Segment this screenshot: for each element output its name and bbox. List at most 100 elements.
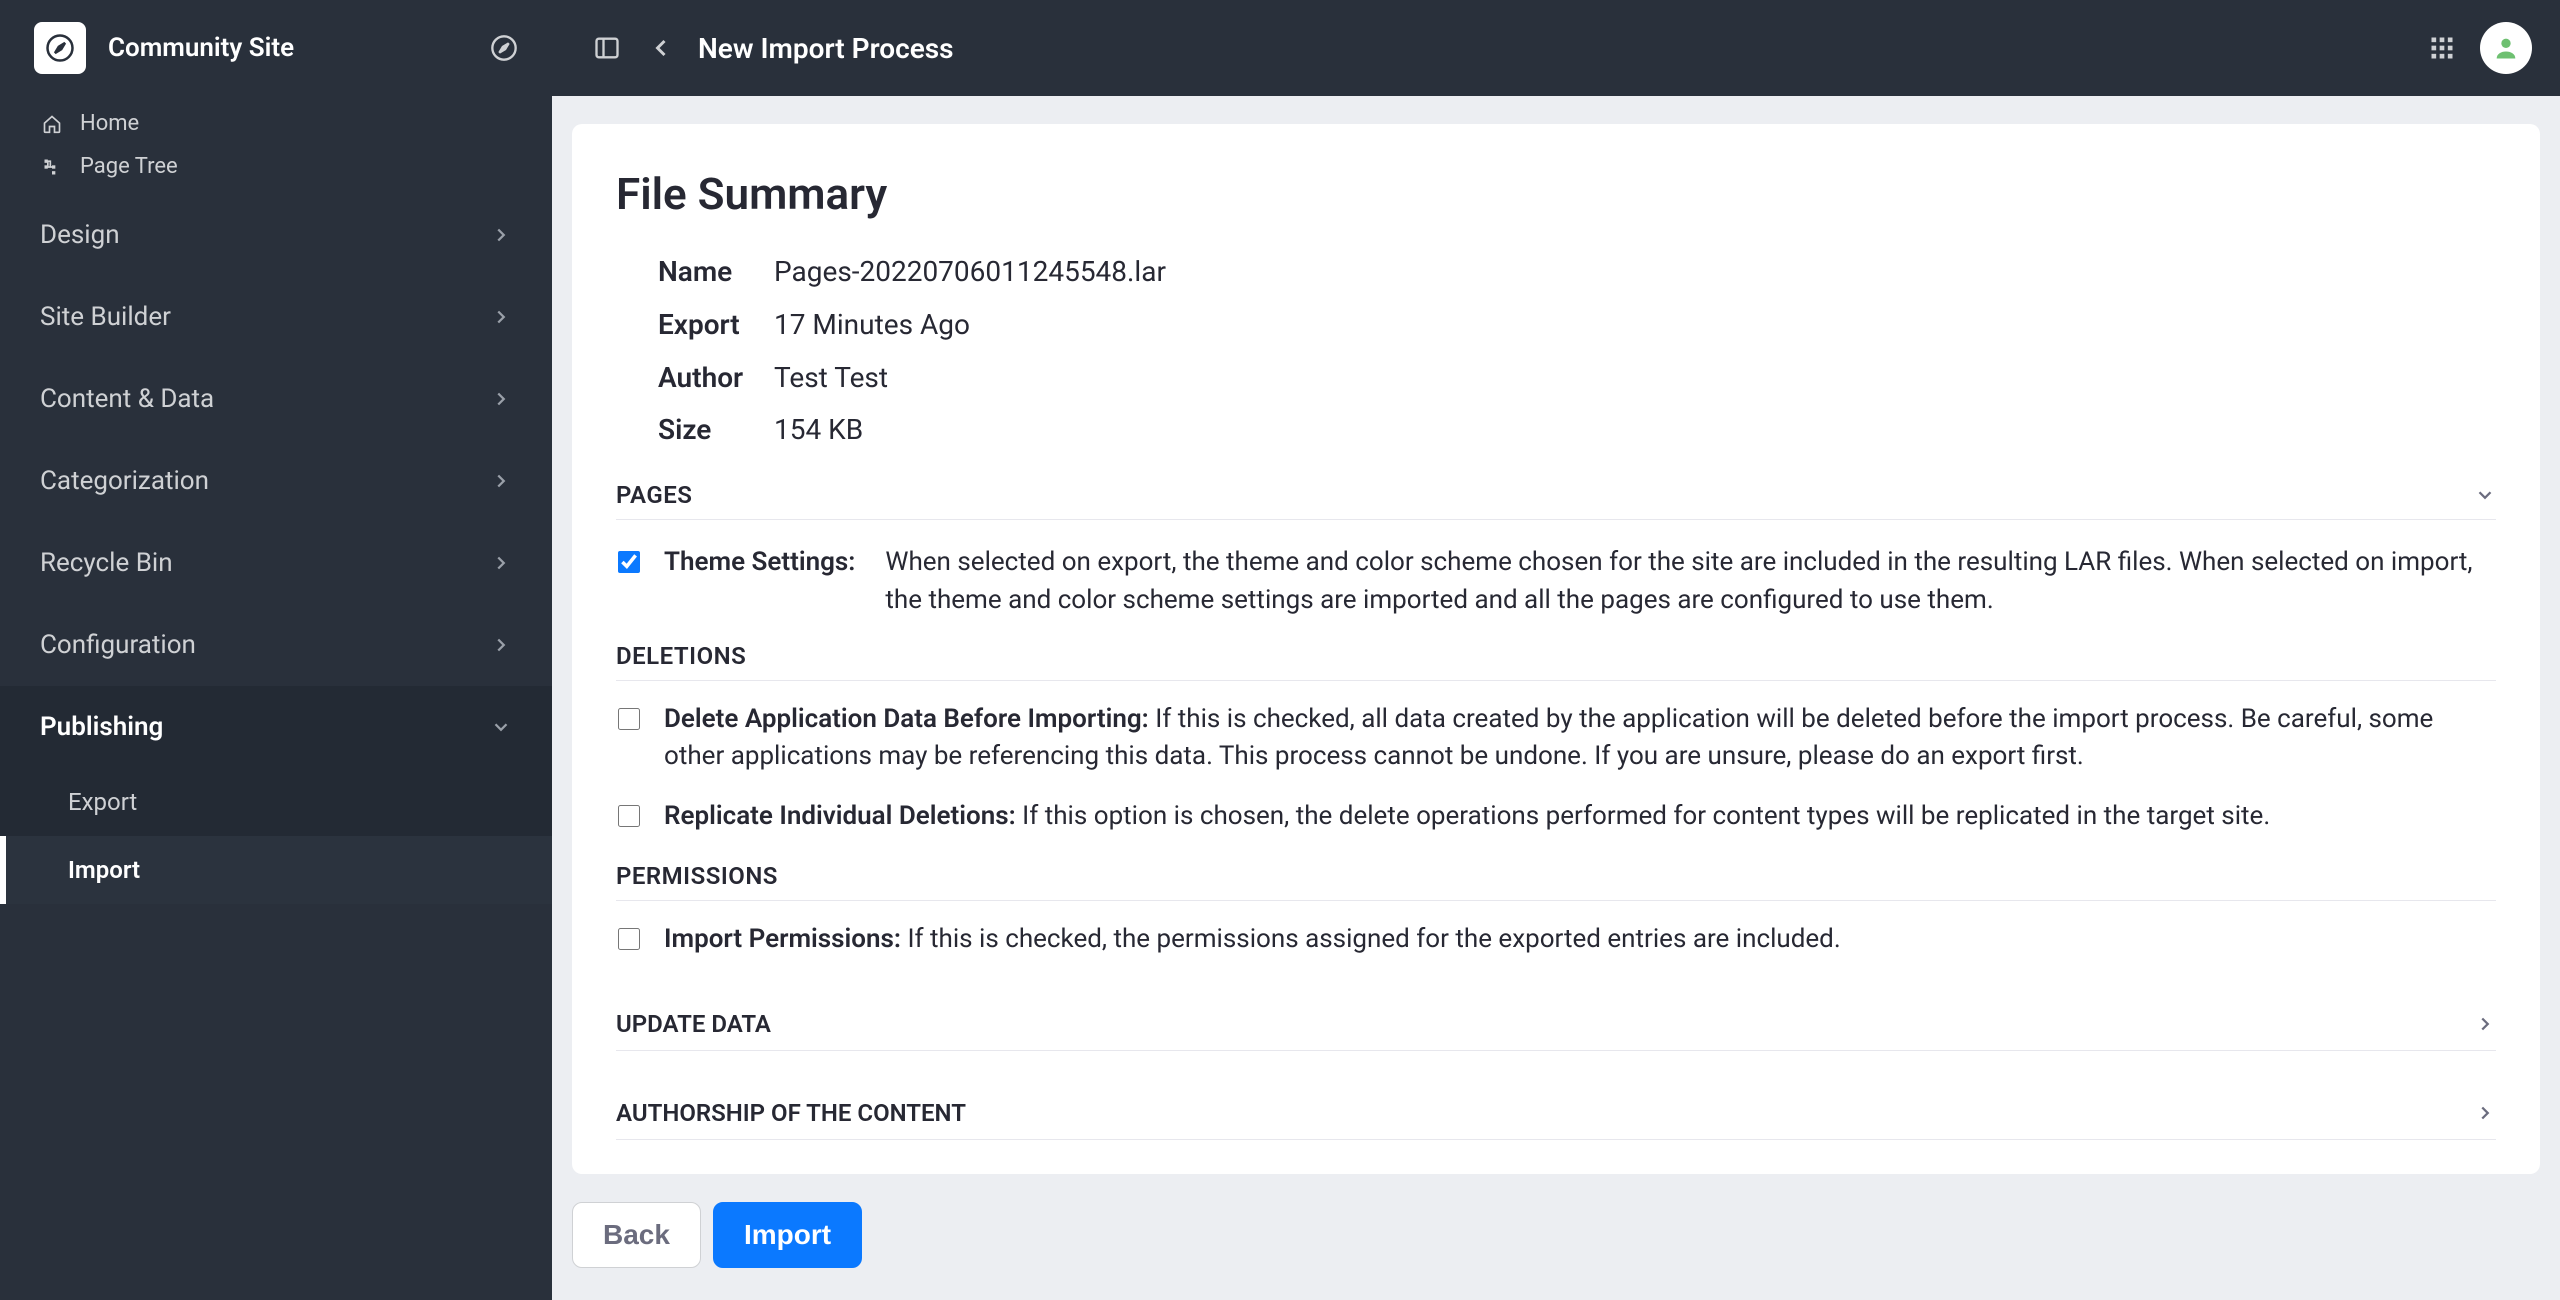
sidebar: Community Site Home Page Tree Design Sit… bbox=[0, 0, 552, 1300]
sidebar-section-label: Configuration bbox=[40, 630, 196, 660]
import-action-button[interactable]: Import bbox=[713, 1202, 862, 1268]
sidebar-section-configuration[interactable]: Configuration bbox=[0, 604, 552, 686]
sidebar-section-categorization[interactable]: Categorization bbox=[0, 440, 552, 522]
sidebar-section-label: Recycle Bin bbox=[40, 548, 173, 578]
sidebar-subitem-import[interactable]: Import bbox=[0, 836, 552, 904]
option-replicate-deletions: Replicate Individual Deletions:If this o… bbox=[616, 794, 2496, 854]
sidebar-section-label: Site Builder bbox=[40, 302, 171, 332]
section-header-label: AUTHORSHIP OF THE CONTENT bbox=[616, 1099, 966, 1127]
chevron-right-icon bbox=[490, 388, 512, 410]
meta-value: 154 KB bbox=[774, 408, 863, 453]
chevron-right-icon bbox=[490, 470, 512, 492]
meta-value: Pages-20220706011245548.lar bbox=[774, 250, 1166, 295]
file-meta: Name Pages-20220706011245548.lar Export … bbox=[658, 246, 2496, 457]
user-icon bbox=[2492, 34, 2520, 62]
user-avatar[interactable] bbox=[2480, 22, 2532, 74]
section-update-data[interactable]: UPDATE DATA bbox=[616, 984, 2496, 1051]
sidebar-link-label: Page Tree bbox=[80, 154, 178, 179]
section-header-label: DELETIONS bbox=[616, 642, 746, 670]
option-label: Import Permissions: bbox=[664, 924, 907, 954]
chevron-right-icon bbox=[2474, 1013, 2496, 1035]
option-label: Delete Application Data Before Importing… bbox=[664, 704, 1155, 734]
option-import-permissions: Import Permissions:If this is checked, t… bbox=[616, 901, 2496, 977]
section-header-deletions: DELETIONS bbox=[616, 642, 2496, 681]
sidebar-section-recycle-bin[interactable]: Recycle Bin bbox=[0, 522, 552, 604]
sidebar-subitems-publishing: Export Import bbox=[0, 768, 552, 904]
sidebar-header: Community Site bbox=[0, 0, 552, 96]
chevron-right-icon bbox=[2474, 1102, 2496, 1124]
back-button[interactable] bbox=[634, 21, 688, 75]
import-permissions-checkbox[interactable] bbox=[618, 928, 640, 950]
sidebar-section-design[interactable]: Design bbox=[0, 194, 552, 276]
section-header-pages[interactable]: PAGES bbox=[616, 481, 2496, 520]
sidebar-top-links: Home Page Tree bbox=[0, 96, 552, 194]
chevron-right-icon bbox=[490, 224, 512, 246]
option-label: Replicate Individual Deletions: bbox=[664, 801, 1022, 831]
meta-label: Author bbox=[658, 356, 774, 401]
meta-size: Size 154 KB bbox=[658, 404, 2496, 457]
site-name[interactable]: Community Site bbox=[108, 33, 490, 63]
meta-label: Size bbox=[658, 408, 774, 453]
sidebar-subitem-label: Export bbox=[68, 788, 137, 816]
meta-value: Test Test bbox=[774, 356, 888, 401]
page-title: New Import Process bbox=[698, 32, 954, 65]
action-buttons: Back Import bbox=[572, 1202, 2540, 1268]
site-logo[interactable] bbox=[34, 22, 86, 74]
panel-left-icon bbox=[593, 34, 621, 62]
sidebar-section-publishing[interactable]: Publishing bbox=[0, 686, 552, 768]
meta-value: 17 Minutes Ago bbox=[774, 303, 970, 348]
main-column: New Import Process File Summary Name Pag… bbox=[552, 0, 2560, 1300]
apps-menu-button[interactable] bbox=[2428, 34, 2456, 62]
option-theme-settings: Theme Settings: When selected on export,… bbox=[616, 520, 2496, 633]
sidebar-section-label: Content & Data bbox=[40, 384, 214, 414]
sidebar-subitem-label: Import bbox=[68, 856, 140, 884]
chevron-right-icon bbox=[490, 552, 512, 574]
sidebar-section-site-builder[interactable]: Site Builder bbox=[0, 276, 552, 358]
sidebar-link-home[interactable]: Home bbox=[0, 102, 552, 145]
sidebar-sections: Design Site Builder Content & Data Categ… bbox=[0, 194, 552, 904]
option-description: When selected on export, the theme and c… bbox=[885, 544, 2496, 619]
meta-label: Export bbox=[658, 303, 774, 348]
sidebar-subitem-export[interactable]: Export bbox=[0, 768, 552, 836]
delete-before-import-checkbox[interactable] bbox=[618, 708, 640, 730]
section-pages: PAGES Theme Settings: When selected on e… bbox=[616, 481, 2496, 633]
option-label: Theme Settings: bbox=[664, 544, 855, 619]
chevron-right-icon bbox=[490, 634, 512, 656]
section-permissions: PERMISSIONS Import Permissions:If this i… bbox=[616, 862, 2496, 977]
section-header-label: PERMISSIONS bbox=[616, 862, 778, 890]
import-panel: File Summary Name Pages-2022070601124554… bbox=[572, 124, 2540, 1174]
meta-label: Name bbox=[658, 250, 774, 295]
topbar: New Import Process bbox=[552, 0, 2560, 96]
toggle-sidebar-button[interactable] bbox=[580, 21, 634, 75]
meta-export: Export 17 Minutes Ago bbox=[658, 299, 2496, 352]
sidebar-section-label: Design bbox=[40, 220, 120, 250]
panel-heading: File Summary bbox=[616, 168, 2496, 220]
site-indicator-icon[interactable] bbox=[490, 34, 518, 62]
section-header-permissions: PERMISSIONS bbox=[616, 862, 2496, 901]
meta-author: Author Test Test bbox=[658, 352, 2496, 405]
sidebar-link-page-tree[interactable]: Page Tree bbox=[0, 145, 552, 188]
sidebar-link-label: Home bbox=[80, 111, 139, 136]
compass-icon bbox=[45, 33, 75, 63]
sidebar-section-content-data[interactable]: Content & Data bbox=[0, 358, 552, 440]
sidebar-section-label: Publishing bbox=[40, 712, 163, 742]
chevron-right-icon bbox=[490, 306, 512, 328]
theme-settings-checkbox[interactable] bbox=[618, 551, 640, 573]
home-icon bbox=[40, 112, 64, 136]
option-description: If this is checked, the permissions assi… bbox=[907, 924, 1840, 954]
section-header-label: PAGES bbox=[616, 481, 692, 509]
chevron-down-icon bbox=[2474, 484, 2496, 506]
chevron-left-icon bbox=[647, 34, 675, 62]
option-description: If this option is chosen, the delete ope… bbox=[1022, 801, 2270, 831]
content-area: File Summary Name Pages-2022070601124554… bbox=[552, 96, 2560, 1300]
section-authorship[interactable]: AUTHORSHIP OF THE CONTENT bbox=[616, 1073, 2496, 1140]
back-action-button[interactable]: Back bbox=[572, 1202, 701, 1268]
replicate-deletions-checkbox[interactable] bbox=[618, 805, 640, 827]
section-header-label: UPDATE DATA bbox=[616, 1010, 771, 1038]
section-deletions: DELETIONS Delete Application Data Before… bbox=[616, 642, 2496, 854]
grid-icon bbox=[2428, 34, 2456, 62]
sidebar-section-label: Categorization bbox=[40, 466, 209, 496]
tree-icon bbox=[40, 155, 64, 179]
chevron-down-icon bbox=[490, 716, 512, 738]
option-delete-before-import: Delete Application Data Before Importing… bbox=[616, 681, 2496, 794]
